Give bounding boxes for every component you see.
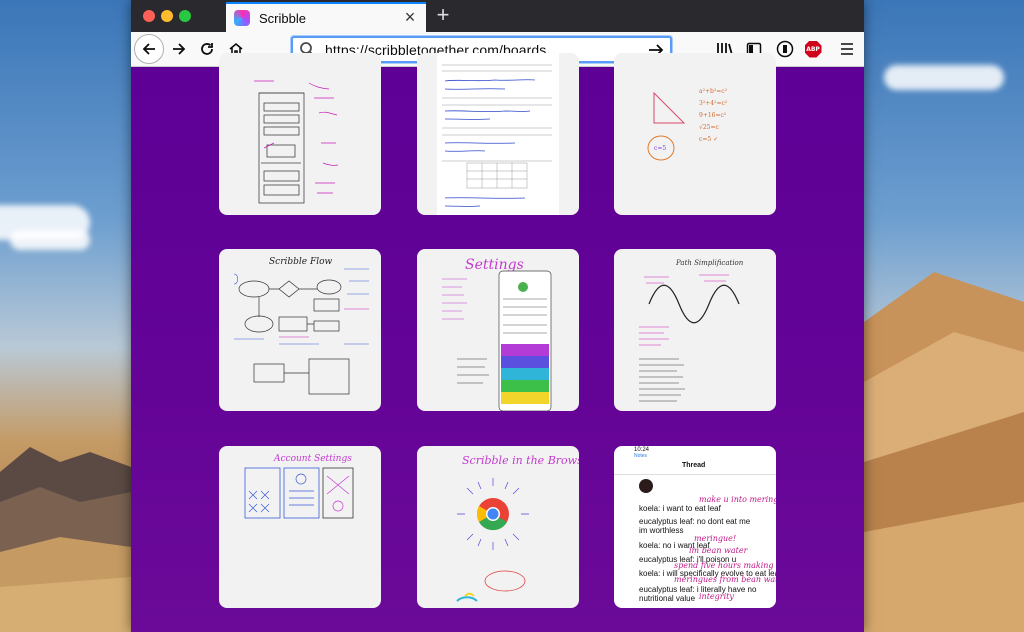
adblock-label: ABP <box>804 40 822 58</box>
back-button[interactable] <box>134 34 164 64</box>
board-title: Settings <box>465 257 524 273</box>
board-title: Path Simplification <box>675 259 744 267</box>
svg-text:3²+4²=c²: 3²+4²=c² <box>699 100 728 107</box>
thread-line: koela: i want to eat leaf <box>639 504 721 513</box>
board-thumbnail: Account Settings <box>244 454 354 519</box>
back-arrow-icon <box>142 43 155 55</box>
board-card[interactable]: Scribble in the Browser! <box>417 446 579 608</box>
board-card[interactable] <box>417 53 579 215</box>
board-title: Account Settings <box>273 454 352 464</box>
svg-text:c=5: c=5 <box>654 145 666 152</box>
boards-grid: a²+b²=c² 3²+4²=c² 9+16=c² √25=c c=5 ✓ c=… <box>131 53 864 632</box>
svg-text:9+16=c²: 9+16=c² <box>699 112 727 119</box>
board-thumbnail: Scribble Flow <box>233 257 369 395</box>
window-close-button[interactable] <box>143 10 155 22</box>
board-card[interactable]: a²+b²=c² 3²+4²=c² 9+16=c² √25=c c=5 ✓ c=… <box>614 53 776 215</box>
board-card[interactable]: Path Simplification <box>614 249 776 411</box>
board-thumbnail: Path Simplification <box>639 259 744 402</box>
svg-text:c=5 ✓: c=5 ✓ <box>699 136 718 143</box>
forward-arrow-icon <box>173 43 186 55</box>
board-card[interactable]: Settings <box>417 249 579 411</box>
svg-text:a²+b²=c²: a²+b²=c² <box>699 88 728 95</box>
extension-icon[interactable] <box>774 38 796 60</box>
forward-button[interactable] <box>165 35 193 63</box>
board-thumbnail <box>254 80 339 204</box>
reload-icon <box>201 43 213 55</box>
thread-line: eucalyptus leaf: no dont eat me im worth… <box>639 517 751 535</box>
thread-annotation: meringues from bean water <box>674 575 776 584</box>
desktop-background-right <box>864 0 1024 632</box>
board-title: Scribble Flow <box>269 257 333 267</box>
thread-annotation: im bean water <box>689 546 748 555</box>
thread-board-card[interactable]: 10:24 Notes Thread koela: i want to eat … <box>614 446 776 608</box>
browser-window: Scribble × + https://scribbletogether.co… <box>131 0 864 632</box>
avatar <box>639 479 653 493</box>
board-thumbnail: Scribble in the Browser! <box>456 454 579 602</box>
thread-back-link[interactable]: Notes <box>634 453 647 459</box>
tab-title: Scribble <box>259 10 306 26</box>
new-tab-icon[interactable]: + <box>431 4 455 28</box>
board-card[interactable]: Scribble Flow <box>219 249 381 411</box>
tab-scribble[interactable]: Scribble × <box>226 2 426 32</box>
reload-button[interactable] <box>193 35 221 63</box>
board-thumbnail: Settings <box>442 257 552 411</box>
scribble-favicon-icon <box>234 10 250 26</box>
tab-close-icon[interactable]: × <box>400 8 420 28</box>
board-thumbnail <box>437 53 559 215</box>
hamburger-menu-icon[interactable] <box>836 38 858 60</box>
thread-title: Thread <box>682 462 706 469</box>
board-thumbnail: a²+b²=c² 3²+4²=c² 9+16=c² √25=c c=5 ✓ c=… <box>647 88 728 161</box>
thread-annotation: make u into meringue <box>699 495 776 504</box>
board-card[interactable] <box>219 53 381 215</box>
adblock-plus-icon[interactable]: ABP <box>802 38 824 60</box>
desktop-background-left <box>0 0 131 632</box>
board-title: Scribble in the Browser! <box>462 454 579 467</box>
dune-scenery <box>864 272 1024 632</box>
thread-annotation: integrity <box>699 592 734 601</box>
window-minimize-button[interactable] <box>161 10 173 22</box>
title-bar: Scribble × + <box>131 0 864 32</box>
svg-text:√25=c: √25=c <box>699 124 719 131</box>
mountain-scenery <box>0 447 131 632</box>
board-card[interactable]: Account Settings <box>219 446 381 608</box>
window-maximize-button[interactable] <box>179 10 191 22</box>
